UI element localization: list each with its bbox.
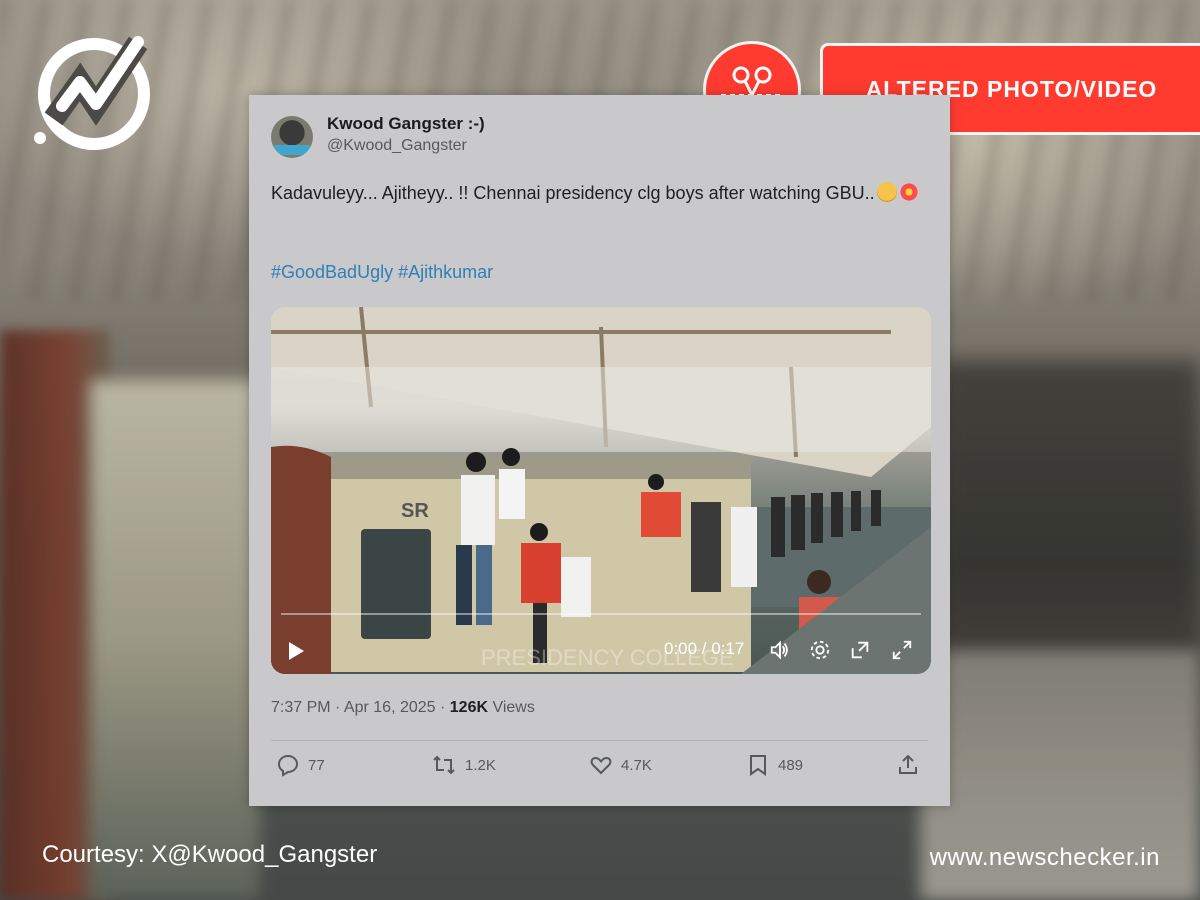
reply-button[interactable]: 77 [276,753,325,777]
tweet-hashtags[interactable]: #GoodBadUgly #Ajithkumar [271,262,493,283]
bookmark-button[interactable]: 489 [746,753,803,777]
tweet-views-count: 126K [449,699,489,716]
like-button[interactable]: 4.7K [589,753,652,777]
reply-icon [277,754,299,777]
repost-count: 1.2K [465,756,496,774]
video-progress-bar[interactable] [281,613,921,615]
tweet-text: Kadavuleyy... Ajitheyy.. !! Chennai pres… [271,179,921,208]
play-icon[interactable] [287,641,305,661]
divider [271,740,928,741]
avatar[interactable] [271,116,313,158]
site-url[interactable]: www.newschecker.in [930,844,1160,872]
heart-icon [590,756,612,775]
newschecker-logo [32,32,162,150]
bookmark-count: 489 [778,756,804,774]
like-count: 4.7K [621,756,652,774]
background-train-body [90,380,260,900]
train-label: SR [401,500,429,522]
courtesy-caption: Courtesy: X@Kwood_Gangster [42,841,378,868]
tweet-video[interactable]: SR PRESIDENCY COLLEGE 0:00 / 0:17 [271,307,931,674]
settings-gear-icon[interactable] [809,639,831,661]
repost-icon [433,755,455,775]
tweet-meta: 7:37 PM · Apr 16, 2025 · 126K Views [271,699,535,717]
video-controls: 0:00 / 0:17 [271,624,931,674]
repost-button[interactable]: 1.2K [431,753,496,777]
worried-face-emoji-icon [876,182,897,202]
tweet-text-body: Kadavuleyy... Ajitheyy.. !! Chennai pres… [271,183,875,203]
share-button[interactable] [896,753,928,777]
video-frame: SR PRESIDENCY COLLEGE [271,307,931,674]
collision-emoji-icon [898,182,919,202]
bookmark-icon [750,755,766,776]
video-time: 0:00 / 0:17 [664,639,745,658]
tweet-handle[interactable]: @Kwood_Gangster [327,135,485,157]
tweet-header: Kwood Gangster :-) @Kwood_Gangster [271,113,485,158]
share-icon [899,754,917,774]
tweet-display-name[interactable]: Kwood Gangster :-) [327,113,485,135]
tweet-views-label: Views [488,699,535,716]
tweet-card: Kwood Gangster :-) @Kwood_Gangster Kadav… [249,95,950,806]
picture-in-picture-icon[interactable] [849,639,871,661]
fullscreen-icon[interactable] [891,639,913,661]
tweet-actions: 77 1.2K 4.7K 489 [271,753,928,783]
tweet-timestamp[interactable]: 7:37 PM · Apr 16, 2025 · [271,699,450,716]
reply-count: 77 [308,756,325,774]
volume-icon[interactable] [769,639,791,661]
